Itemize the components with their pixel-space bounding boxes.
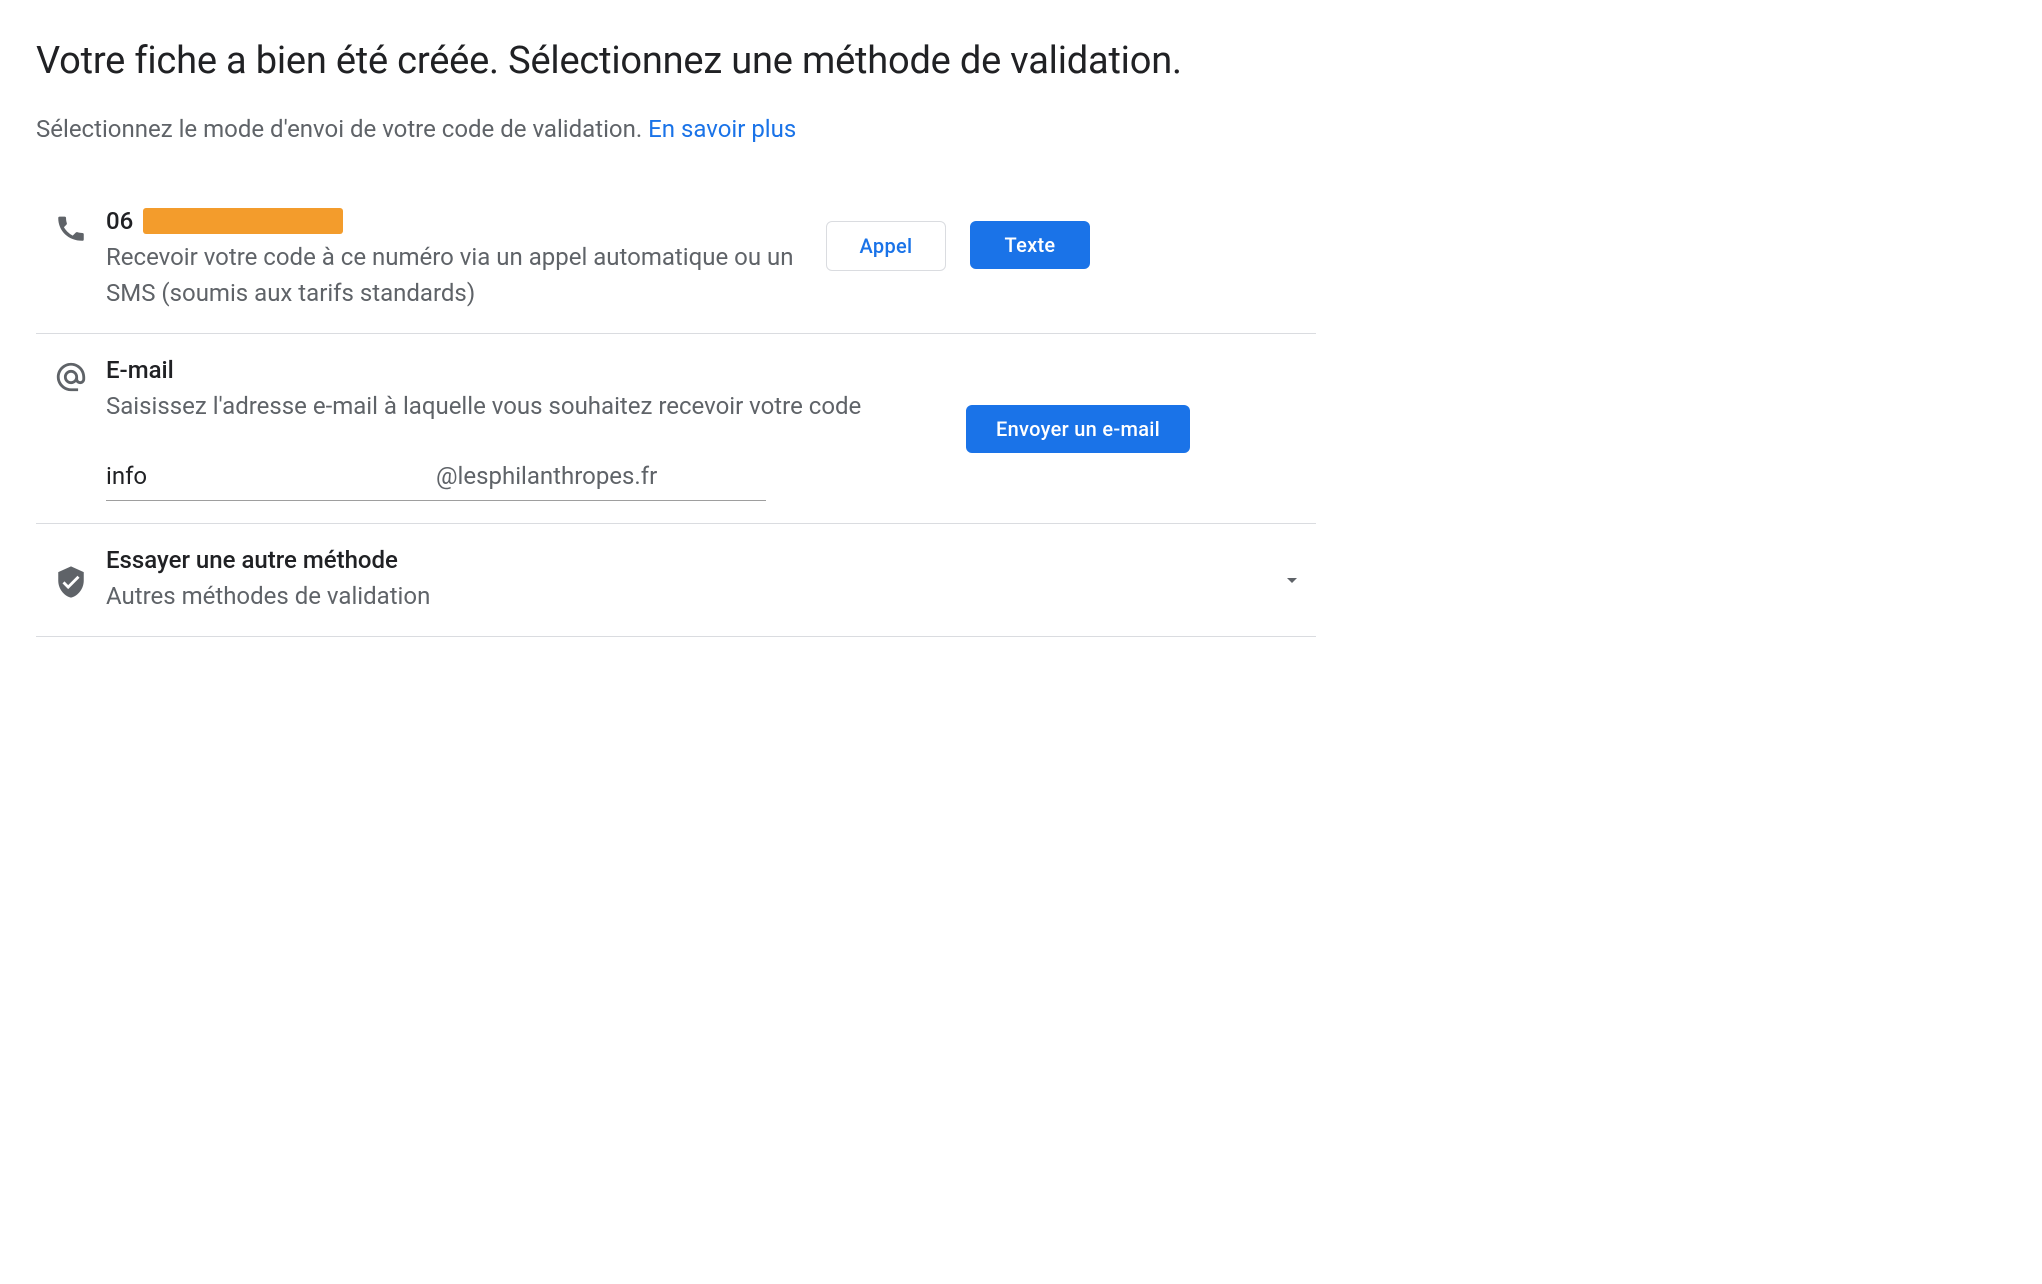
shield-icon-col <box>36 561 106 599</box>
phone-icon-col <box>36 207 106 245</box>
page-title: Votre fiche a bien été créée. Sélectionn… <box>36 36 1316 87</box>
subtitle: Sélectionnez le mode d'envoi de votre co… <box>36 115 1316 143</box>
phone-verification-row: 06 Recevoir votre code à ce numéro via u… <box>36 185 1316 334</box>
send-email-button[interactable]: Envoyer un e-mail <box>966 405 1190 453</box>
phone-number-prefix: 06 <box>106 207 133 235</box>
email-verification-row: E-mail Saisissez l'adresse e-mail à laqu… <box>36 334 1316 524</box>
chevron-down-icon <box>1280 568 1304 592</box>
phone-description: Recevoir votre code à ce numéro via un a… <box>106 239 802 311</box>
email-icon-col <box>36 356 106 394</box>
subtitle-text: Sélectionnez le mode d'envoi de votre co… <box>36 115 648 143</box>
email-local-input[interactable] <box>106 462 436 490</box>
email-input-field[interactable]: @lesphilanthropes.fr <box>106 462 766 501</box>
email-description: Saisissez l'adresse e-mail à laquelle vo… <box>106 388 942 424</box>
phone-icon <box>54 211 88 245</box>
other-method-row[interactable]: Essayer une autre méthode Autres méthode… <box>36 524 1316 637</box>
email-title: E-mail <box>106 356 942 384</box>
email-domain-suffix: @lesphilanthropes.fr <box>436 462 657 490</box>
learn-more-link[interactable]: En savoir plus <box>648 115 796 143</box>
shield-check-icon <box>54 565 88 599</box>
phone-number-display: 06 <box>106 207 802 235</box>
at-sign-icon <box>54 360 88 394</box>
call-button[interactable]: Appel <box>826 221 946 271</box>
other-method-title: Essayer une autre méthode <box>106 546 1256 574</box>
text-button[interactable]: Texte <box>970 221 1090 269</box>
redacted-phone-number <box>143 208 343 234</box>
other-method-description: Autres méthodes de validation <box>106 578 1256 614</box>
